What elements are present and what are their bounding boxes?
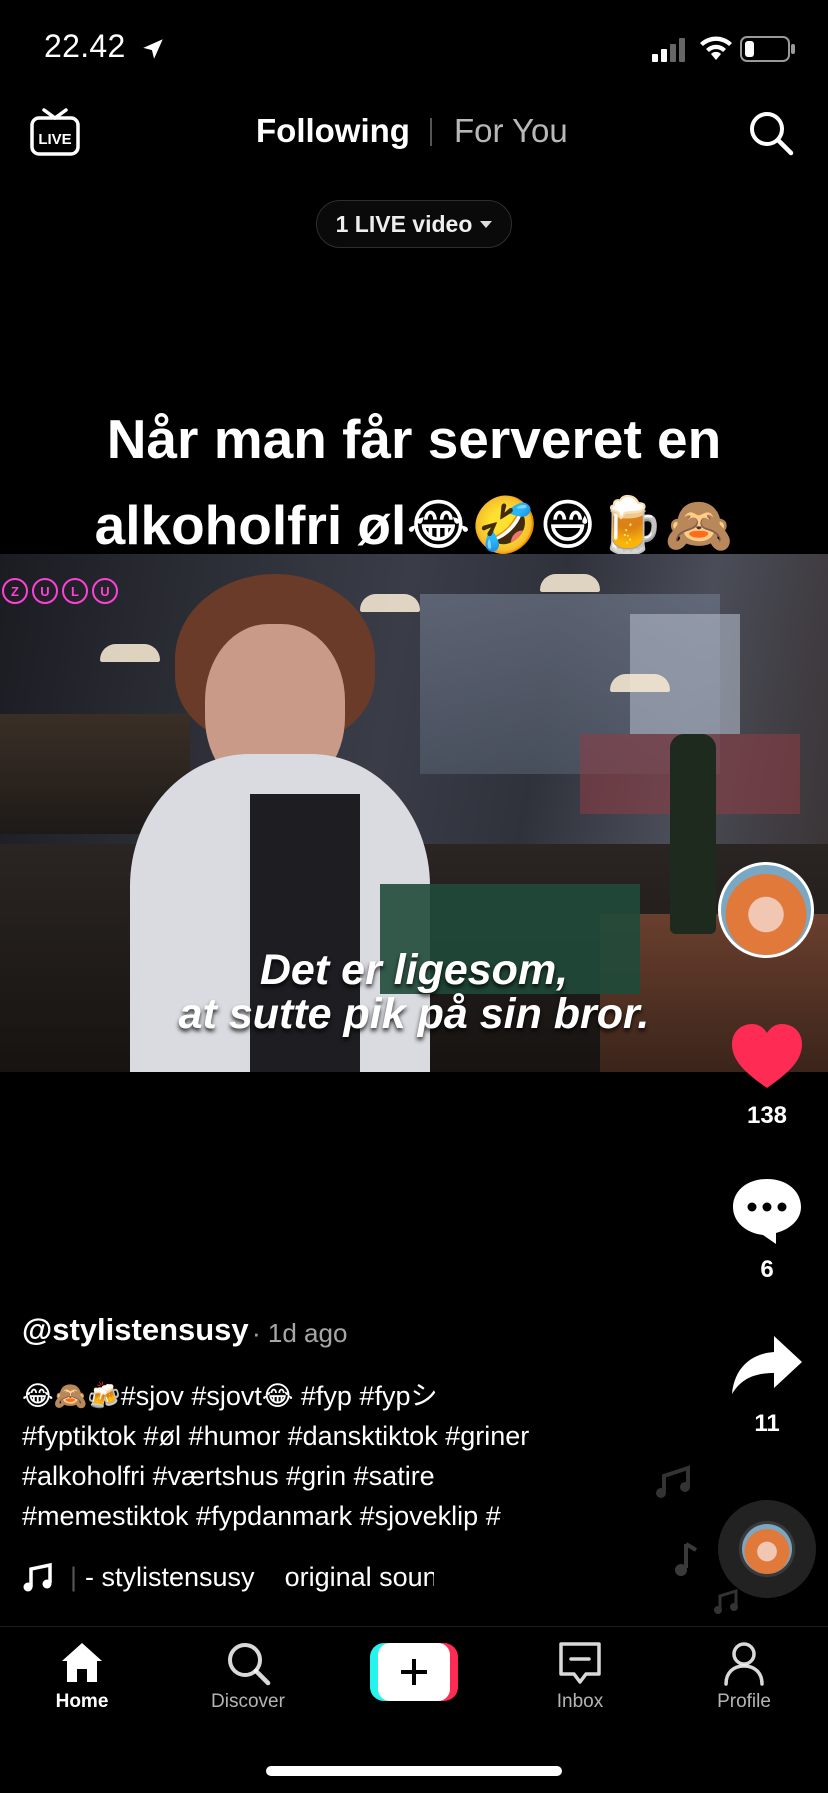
tab-following[interactable]: Following <box>256 112 410 150</box>
music-disc-avatar <box>742 1524 792 1574</box>
sound-ticker[interactable]: | - stylistensusy original sound <box>70 1562 434 1593</box>
live-video-pill[interactable]: 1 LIVE video <box>316 200 512 248</box>
floating-music-note-icon <box>714 1588 738 1614</box>
video-caption-line: Når man får serveret en <box>106 408 722 470</box>
nav-inbox-label: Inbox <box>556 1691 604 1712</box>
nav-home-label: Home <box>55 1691 109 1712</box>
nav-discover-label: Discover <box>211 1691 285 1712</box>
description-line: #alkoholfri #værtshus #grin #satire <box>22 1461 435 1491</box>
comment-icon[interactable] <box>730 1176 804 1246</box>
video-subtitle-line: at sutte pik på sin bror. <box>178 990 650 1038</box>
share-icon[interactable] <box>730 1334 804 1396</box>
search-icon[interactable] <box>746 108 796 158</box>
live-tv-icon[interactable]: LIVE <box>28 106 82 160</box>
profile-icon <box>724 1642 764 1686</box>
post-description[interactable]: 😂🙈🍻#sjov #sjovt😂 #fyp #fypシ #fyptiktok #… <box>22 1376 662 1536</box>
comment-count: 6 <box>760 1256 774 1283</box>
discover-icon <box>228 1643 271 1686</box>
video-subtitle-line: Det er ligesom, <box>259 946 569 994</box>
music-note-icon <box>23 1562 52 1592</box>
inbox-icon <box>559 1642 601 1684</box>
plus-icon <box>401 1659 427 1685</box>
live-pill-label: 1 LIVE video <box>335 210 473 237</box>
nav-profile[interactable]: Profile <box>674 1639 814 1713</box>
creator-avatar[interactable] <box>718 862 814 958</box>
sound-title: - stylistensusy original sound <box>85 1562 434 1592</box>
live-icon-label: LIVE <box>38 131 71 148</box>
floating-music-note-icon <box>675 1542 698 1576</box>
nav-discover[interactable]: Discover <box>178 1639 318 1713</box>
nav-profile-label: Profile <box>717 1691 771 1712</box>
post-username[interactable]: @stylistensusy <box>22 1312 249 1348</box>
post-time-ago: · 1d ago <box>252 1318 348 1348</box>
share-count: 11 <box>754 1410 780 1437</box>
description-line: #memestiktok #fypdanmark #sjoveklip # <box>22 1501 501 1531</box>
like-count: 138 <box>746 1102 788 1129</box>
home-icon <box>62 1643 102 1682</box>
video-subtitle: Det er ligesom, at sutte pik på sin bror… <box>0 948 828 1036</box>
wifi-icon <box>700 36 732 60</box>
tab-divider <box>430 118 432 146</box>
sound-separator: | <box>70 1562 78 1592</box>
nav-inbox[interactable]: Inbox <box>510 1639 650 1713</box>
description-line: #fyptiktok #øl #humor #dansktiktok #grin… <box>22 1421 530 1451</box>
description-line: 😂🙈🍻#sjov #sjovt😂 #fyp #fypシ <box>22 1381 438 1411</box>
nav-home[interactable]: Home <box>12 1639 152 1713</box>
home-indicator[interactable] <box>266 1766 562 1776</box>
tab-for-you[interactable]: For You <box>454 112 568 150</box>
create-button[interactable] <box>370 1643 458 1701</box>
music-disc[interactable] <box>718 1500 816 1598</box>
heart-icon[interactable] <box>730 1022 804 1090</box>
status-time: 22.42 <box>44 28 126 64</box>
channel-watermark-logo: Z U L U <box>2 578 118 606</box>
battery-icon <box>740 36 795 62</box>
video-caption: Når man får serveret en alkoholfri øl😂🤣😅… <box>0 396 828 568</box>
location-arrow-icon <box>143 39 163 59</box>
caret-down-icon <box>480 220 493 228</box>
signal-icon <box>652 38 685 62</box>
